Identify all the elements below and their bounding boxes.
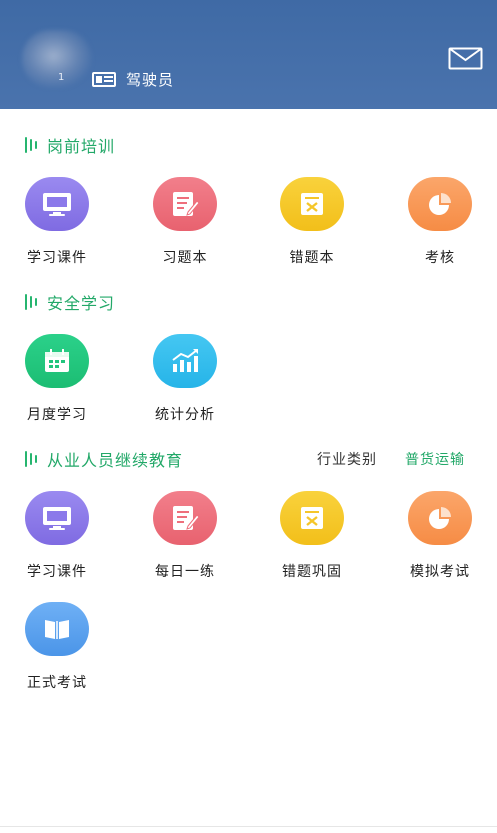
item-label: 正式考试 <box>27 675 87 691</box>
section-title-pre-job: 岗前培训 <box>25 133 115 157</box>
pie-chart-icon <box>408 177 472 231</box>
wrong-book-icon <box>280 177 344 231</box>
item-label: 统计分析 <box>155 407 215 423</box>
section-label: 安全学习 <box>47 294 116 313</box>
grid-item-wrong-review[interactable]: 错题巩固 <box>252 491 372 581</box>
section-label: 岗前培训 <box>47 137 116 156</box>
id-card-icon <box>92 71 116 87</box>
item-label: 考核 <box>425 250 455 266</box>
wrong-book-icon <box>280 491 344 545</box>
section-label: 从业人员继续教育 <box>47 451 184 470</box>
grid-item-formal-exam[interactable]: 正式考试 <box>0 602 117 692</box>
calendar-icon <box>25 334 89 388</box>
grid-item-daily-practice[interactable]: 每日一练 <box>125 491 245 581</box>
monitor-icon <box>25 491 89 545</box>
open-book-icon <box>25 602 89 656</box>
item-label: 每日一练 <box>155 564 215 580</box>
item-label: 模拟考试 <box>410 564 470 580</box>
notebook-pen-icon <box>153 177 217 231</box>
item-label: 错题巩固 <box>282 564 342 580</box>
grid-item-mock-exam[interactable]: 模拟考试 <box>380 491 497 581</box>
item-label: 月度学习 <box>27 407 87 423</box>
item-label: 错题本 <box>289 250 335 266</box>
item-label: 习题本 <box>162 250 208 266</box>
grid-item-exercise-book[interactable]: 习题本 <box>125 177 245 267</box>
grid-item-assessment[interactable]: 考核 <box>380 177 497 267</box>
section-title-safety: 安全学习 <box>25 290 115 314</box>
avatar-number: 1 <box>58 72 65 83</box>
mail-icon[interactable] <box>448 47 483 70</box>
industry-category-value[interactable]: 普货运输 <box>405 449 465 469</box>
grid-item-statistics[interactable]: 统计分析 <box>125 334 245 424</box>
grid-item-courseware-2[interactable]: 学习课件 <box>0 491 117 581</box>
profile-header: 1 驾驶员 <box>0 0 497 109</box>
bottom-divider <box>0 826 497 827</box>
role-info: 驾驶员 <box>92 69 174 89</box>
section-bars-icon <box>25 451 37 467</box>
pie-chart-icon <box>408 491 472 545</box>
grid-item-wrong-book[interactable]: 错题本 <box>252 177 372 267</box>
role-label: 驾驶员 <box>126 70 175 89</box>
grid-item-courseware[interactable]: 学习课件 <box>0 177 117 267</box>
monitor-icon <box>25 177 89 231</box>
section-bars-icon <box>25 294 37 310</box>
section-bars-icon <box>25 137 37 153</box>
bar-chart-trend-icon <box>153 334 217 388</box>
section-title-continuing-education: 从业人员继续教育 <box>25 447 183 471</box>
industry-category-label: 行业类别 <box>317 452 377 468</box>
grid-item-monthly-study[interactable]: 月度学习 <box>0 334 117 424</box>
item-label: 学习课件 <box>27 564 87 580</box>
item-label: 学习课件 <box>27 250 87 266</box>
avatar[interactable] <box>22 30 92 88</box>
notebook-pen-icon <box>153 491 217 545</box>
